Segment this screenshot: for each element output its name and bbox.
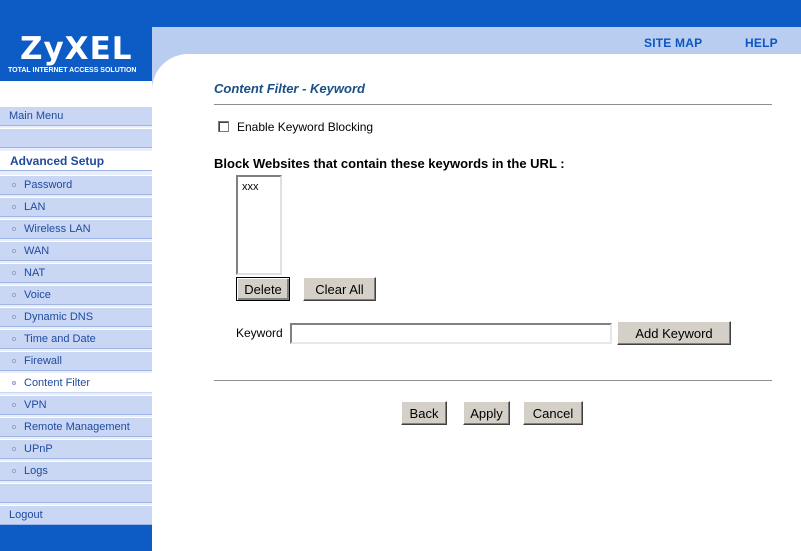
sidebar-item-label: Voice xyxy=(24,289,51,301)
sidebar-blank-row xyxy=(0,128,152,148)
sidebar-item-password[interactable]: Password xyxy=(0,175,152,195)
sidebar-item-vpn[interactable]: VPN xyxy=(0,395,152,415)
sidebar-item-lan[interactable]: LAN xyxy=(0,197,152,217)
sidebar-item-label: Content Filter xyxy=(24,377,91,389)
sidebar-heading-advanced-setup[interactable]: Advanced Setup xyxy=(0,151,152,171)
sidebar-item-label: Logs xyxy=(24,465,48,477)
bullet-icon xyxy=(12,227,16,231)
sidebar-item-nat[interactable]: NAT xyxy=(0,263,152,283)
enable-keyword-blocking-checkbox[interactable] xyxy=(218,121,229,132)
sidebar-item-wireless-lan[interactable]: Wireless LAN xyxy=(0,219,152,239)
sidebar-item-time-and-date[interactable]: Time and Date xyxy=(0,329,152,349)
sidebar-item-remote-management[interactable]: Remote Management xyxy=(0,417,152,437)
sidebar: Main Menu Advanced Setup Password LAN Wi… xyxy=(0,81,152,551)
sidebar-item-label: UPnP xyxy=(24,443,53,455)
sidebar-item-content-filter[interactable]: Content Filter xyxy=(0,373,152,393)
content-corner xyxy=(152,54,224,126)
header-strip xyxy=(152,27,801,54)
enable-keyword-blocking-label: Enable Keyword Blocking xyxy=(237,120,374,134)
sidebar-spacer xyxy=(0,81,152,106)
sidebar-item-label: Dynamic DNS xyxy=(24,311,94,323)
keyword-list[interactable]: xxx xyxy=(236,175,282,275)
bullet-icon xyxy=(12,447,16,451)
bullet-icon xyxy=(12,205,16,209)
sidebar-item-label: VPN xyxy=(24,399,47,411)
keyword-list-item[interactable]: xxx xyxy=(242,181,259,193)
sidebar-item-label: Firewall xyxy=(24,355,62,367)
sidebar-item-label: WAN xyxy=(24,245,50,257)
clear-all-button[interactable]: Clear All xyxy=(303,277,376,301)
sidebar-footer xyxy=(0,525,152,551)
bullet-icon xyxy=(12,469,16,473)
bullet-icon xyxy=(12,337,16,341)
sidebar-item-logs[interactable]: Logs xyxy=(0,461,152,481)
page-title: Content Filter - Keyword xyxy=(214,81,365,96)
sidebar-item-label: Remote Management xyxy=(24,421,130,433)
sidebar-item-main-menu[interactable]: Main Menu xyxy=(0,106,152,126)
divider xyxy=(214,380,772,382)
top-bar xyxy=(0,0,801,27)
bullet-icon xyxy=(12,315,16,319)
keyword-label: Keyword xyxy=(236,326,283,340)
bullet-icon xyxy=(12,249,16,253)
sidebar-item-label: Wireless LAN xyxy=(24,223,91,235)
sidebar-item-label: LAN xyxy=(24,201,46,213)
bullet-icon xyxy=(12,381,16,385)
logo-tagline: TOTAL INTERNET ACCESS SOLUTION xyxy=(8,67,137,74)
bullet-icon xyxy=(12,183,16,187)
keyword-input[interactable] xyxy=(290,323,612,344)
zyxel-logo: ZyXEL TOTAL INTERNET ACCESS SOLUTION xyxy=(0,27,152,81)
sidebar-item-voice[interactable]: Voice xyxy=(0,285,152,305)
logo-name: ZyXEL xyxy=(20,31,133,67)
sidebar-item-label: Logout xyxy=(9,509,43,521)
cancel-button[interactable]: Cancel xyxy=(523,401,583,425)
bullet-icon xyxy=(12,403,16,407)
sidebar-item-label: NAT xyxy=(24,267,46,279)
sidebar-item-label: Main Menu xyxy=(9,110,64,122)
bullet-icon xyxy=(12,293,16,297)
sidebar-heading-label: Advanced Setup xyxy=(10,154,105,168)
divider xyxy=(214,104,772,106)
sidebar-item-wan[interactable]: WAN xyxy=(0,241,152,261)
sidebar-blank-row xyxy=(0,483,152,503)
block-websites-label: Block Websites that contain these keywor… xyxy=(214,156,565,171)
sidebar-item-label: Time and Date xyxy=(24,333,96,345)
site-map-link[interactable]: SITE MAP xyxy=(644,36,702,50)
sidebar-item-logout[interactable]: Logout xyxy=(0,505,152,525)
sidebar-item-dynamic-dns[interactable]: Dynamic DNS xyxy=(0,307,152,327)
bullet-icon xyxy=(12,425,16,429)
delete-button[interactable]: Delete xyxy=(236,277,290,301)
bullet-icon xyxy=(12,271,16,275)
bullet-icon xyxy=(12,359,16,363)
sidebar-item-upnp[interactable]: UPnP xyxy=(0,439,152,459)
apply-button[interactable]: Apply xyxy=(463,401,510,425)
sidebar-item-firewall[interactable]: Firewall xyxy=(0,351,152,371)
sidebar-item-label: Password xyxy=(24,179,73,191)
help-link[interactable]: HELP xyxy=(745,36,778,50)
back-button[interactable]: Back xyxy=(401,401,447,425)
add-keyword-button[interactable]: Add Keyword xyxy=(617,321,731,345)
